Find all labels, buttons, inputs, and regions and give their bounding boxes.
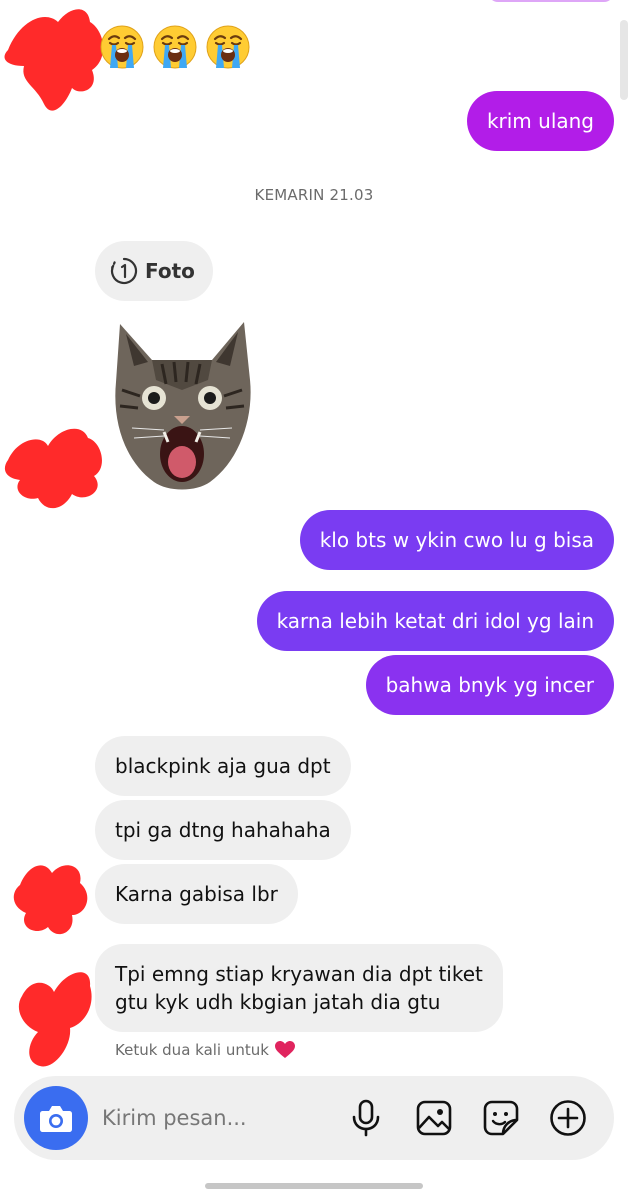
message-composer — [14, 1076, 614, 1160]
sent-message-bubble[interactable]: karna lebih ketat dri idol yg lain — [256, 591, 614, 651]
redaction-scribble — [4, 428, 102, 509]
crying-emoji-row — [98, 22, 252, 70]
redaction-scribble — [4, 9, 104, 111]
heart-icon — [274, 1041, 295, 1058]
view-once-1-icon — [110, 257, 138, 285]
microphone-button[interactable] — [346, 1098, 386, 1138]
sticker-icon — [483, 1100, 519, 1136]
screaming-cat-sticker[interactable] — [112, 320, 252, 492]
message-text: bahwa bnyk yg incer — [385, 673, 594, 697]
received-message-bubble[interactable]: Karna gabisa lbr — [95, 864, 298, 924]
previous-sent-bubble-edge — [488, 0, 614, 2]
gallery-button[interactable] — [414, 1098, 454, 1138]
redaction-scribble — [18, 972, 92, 1067]
double-tap-hint: Ketuk dua kali untuk — [115, 1041, 295, 1059]
message-text-line: Tpi emng stiap kryawan dia dpt tiket — [115, 962, 483, 986]
message-text: klo bts w ykin cwo lu g bisa — [319, 528, 594, 552]
received-message-bubble[interactable]: tpi ga dtng hahahaha — [95, 800, 351, 860]
sent-message-bubble[interactable]: krim ulang — [466, 91, 614, 151]
loudly-crying-face-icon — [153, 25, 197, 69]
received-message-bubble[interactable]: Tpi emng stiap kryawan dia dpt tiket gtu… — [95, 944, 503, 1032]
home-indicator[interactable] — [205, 1183, 423, 1189]
camera-icon — [40, 1106, 72, 1132]
sticker-button[interactable] — [481, 1098, 521, 1138]
sent-message-bubble[interactable]: klo bts w ykin cwo lu g bisa — [299, 510, 614, 570]
loudly-crying-face-icon — [206, 25, 250, 69]
date-separator: KEMARIN 21.03 — [254, 186, 374, 204]
received-message-bubble[interactable]: blackpink aja gua dpt — [95, 736, 351, 796]
hint-text: Ketuk dua kali untuk — [115, 1041, 269, 1059]
message-text: blackpink aja gua dpt — [115, 754, 331, 778]
camera-button[interactable] — [24, 1086, 88, 1150]
microphone-icon — [352, 1099, 380, 1137]
message-text-line: gtu kyk udh kbgian jatah dia gtu — [115, 990, 441, 1014]
view-once-photo-bubble[interactable]: Foto — [95, 241, 213, 301]
redaction-scribble — [13, 865, 88, 935]
more-options-button[interactable] — [548, 1098, 588, 1138]
sent-message-bubble[interactable]: bahwa bnyk yg incer — [365, 655, 614, 715]
message-input[interactable] — [102, 1098, 342, 1138]
message-text: tpi ga dtng hahahaha — [115, 818, 331, 842]
message-text: karna lebih ketat dri idol yg lain — [276, 609, 594, 633]
message-text: krim ulang — [486, 109, 594, 133]
scrollbar[interactable] — [620, 20, 628, 100]
foto-label: Foto — [145, 259, 195, 283]
loudly-crying-face-icon — [100, 25, 144, 69]
message-text: Karna gabisa lbr — [115, 882, 278, 906]
plus-circle-icon — [550, 1100, 586, 1136]
gallery-icon — [416, 1100, 452, 1136]
